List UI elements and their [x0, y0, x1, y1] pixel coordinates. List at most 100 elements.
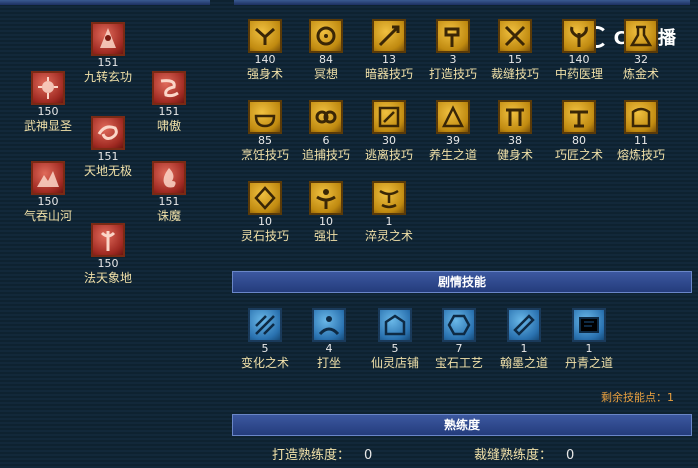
transform-icon [248, 308, 282, 342]
skill-jiuzhuan[interactable]: 151 九转玄功 [73, 22, 143, 85]
skill-fatian[interactable]: 150 法天象地 [73, 223, 143, 286]
skill-value: 1 [520, 342, 528, 355]
life-skill[interactable]: 32 炼金术 [606, 19, 676, 82]
story-skill[interactable]: 5 变化之术 [230, 308, 300, 371]
life-skill[interactable]: 3 打造技巧 [418, 19, 488, 82]
skill-name: 打造技巧 [428, 67, 477, 81]
life-skill[interactable]: 30 逃离技巧 [354, 100, 424, 163]
skill-value: 15 [508, 53, 522, 66]
life-skill[interactable]: 6 追捕技巧 [291, 100, 361, 163]
skill-name: 淬灵之术 [364, 229, 413, 243]
skill-value: 151 [97, 150, 119, 163]
life-skill[interactable]: 39 养生之道 [418, 100, 488, 163]
skill-value: 6 [322, 134, 330, 147]
skill-name: 暗器技巧 [364, 67, 413, 81]
life-skill[interactable]: 38 健身术 [480, 100, 550, 163]
skill-value: 85 [258, 134, 272, 147]
skill-name: 法天象地 [83, 271, 132, 285]
skill-value: 5 [391, 342, 399, 355]
life-skill[interactable]: 10 灵石技巧 [230, 181, 300, 244]
life-skill[interactable]: 11 熔炼技巧 [606, 100, 676, 163]
story-skill[interactable]: 7 宝石工艺 [424, 308, 494, 371]
skill-name: 变化之术 [240, 356, 289, 370]
skill-value: 84 [319, 53, 333, 66]
skill-name: 强身术 [246, 67, 283, 81]
fitness-icon [498, 100, 532, 134]
story-skill[interactable]: 1 丹青之道 [554, 308, 624, 371]
scissors-icon [498, 19, 532, 53]
life-skill[interactable]: 140 强身术 [230, 19, 300, 82]
skill-name: 追捕技巧 [301, 148, 350, 162]
story-skill[interactable]: 1 翰墨之道 [489, 308, 559, 371]
skill-value: 1 [585, 342, 593, 355]
skill-value: 7 [455, 342, 463, 355]
skill-name: 熔炼技巧 [616, 148, 665, 162]
skill-value: 30 [382, 134, 396, 147]
skill-value: 39 [446, 134, 460, 147]
cooking-icon [248, 100, 282, 134]
skill-name: 宝石工艺 [434, 356, 483, 370]
remaining-skill-points: 剩余技能点：1 [601, 391, 674, 404]
life-skill[interactable]: 84 冥想 [291, 19, 361, 82]
skill-value: 32 [634, 53, 648, 66]
life-skill[interactable]: 80 巧匠之术 [544, 100, 614, 163]
herb-icon [562, 19, 596, 53]
smelting-icon [624, 100, 658, 134]
alchemy-icon [624, 19, 658, 53]
skill-value: 140 [254, 53, 276, 66]
right-top-bar [234, 0, 690, 5]
skill-value: 11 [634, 134, 648, 147]
staff-icon [91, 223, 125, 257]
forging-label: 打造熟练度： [272, 448, 351, 463]
skill-name: 巧匠之术 [554, 148, 603, 162]
life-skill[interactable]: 1 淬灵之术 [354, 181, 424, 244]
sun-warrior-icon [31, 71, 65, 105]
mountain-icon [31, 161, 65, 195]
body-icon [248, 19, 282, 53]
flame-icon [152, 161, 186, 195]
escape-icon [372, 100, 406, 134]
skill-value: 140 [568, 53, 590, 66]
life-skill[interactable]: 15 裁缝技巧 [480, 19, 550, 82]
skill-name: 强壮 [313, 229, 338, 243]
skill-value: 3 [449, 53, 457, 66]
skill-zhumo[interactable]: 151 诛魔 [134, 161, 204, 224]
skill-value: 1 [385, 215, 393, 228]
skill-name: 仙灵店铺 [370, 356, 419, 370]
forging-value: 0 [364, 448, 373, 463]
skill-value: 4 [325, 342, 333, 355]
craftsman-icon [562, 100, 596, 134]
proficiency-header: 熟练度 [232, 414, 692, 436]
swirl-icon [91, 116, 125, 150]
skill-value: 150 [37, 195, 59, 208]
skill-name: 啸傲 [156, 119, 181, 133]
skill-qitun[interactable]: 150 气吞山河 [13, 161, 83, 224]
life-skill[interactable]: 13 暗器技巧 [354, 19, 424, 82]
skill-value: 151 [158, 195, 180, 208]
story-skill[interactable]: 5 仙灵店铺 [360, 308, 430, 371]
gem-icon [248, 181, 282, 215]
life-skill[interactable]: 10 强壮 [291, 181, 361, 244]
chain-icon [309, 100, 343, 134]
skill-name: 养生之道 [428, 148, 477, 162]
skill-xiaoao[interactable]: 151 啸傲 [134, 71, 204, 134]
tailoring-proficiency: 裁缝熟练度： 0 [474, 444, 574, 463]
life-skill[interactable]: 140 中药医理 [544, 19, 614, 82]
skill-name: 烹饪技巧 [240, 148, 289, 162]
tailoring-value: 0 [566, 448, 575, 463]
skill-name: 冥想 [313, 67, 338, 81]
skill-value: 10 [319, 215, 333, 228]
skill-name: 中药医理 [554, 67, 603, 81]
dart-icon [372, 19, 406, 53]
skill-name: 健身术 [496, 148, 533, 162]
skill-value: 80 [572, 134, 586, 147]
health-icon [436, 100, 470, 134]
skill-name: 炼金术 [622, 67, 659, 81]
skill-tiandi[interactable]: 151 天地无极 [73, 116, 143, 179]
skill-name: 裁缝技巧 [490, 67, 539, 81]
skill-name: 打坐 [316, 356, 341, 370]
skill-value: 13 [382, 53, 396, 66]
story-skill[interactable]: 4 打坐 [294, 308, 364, 371]
skill-value: 5 [261, 342, 269, 355]
life-skill[interactable]: 85 烹饪技巧 [230, 100, 300, 163]
